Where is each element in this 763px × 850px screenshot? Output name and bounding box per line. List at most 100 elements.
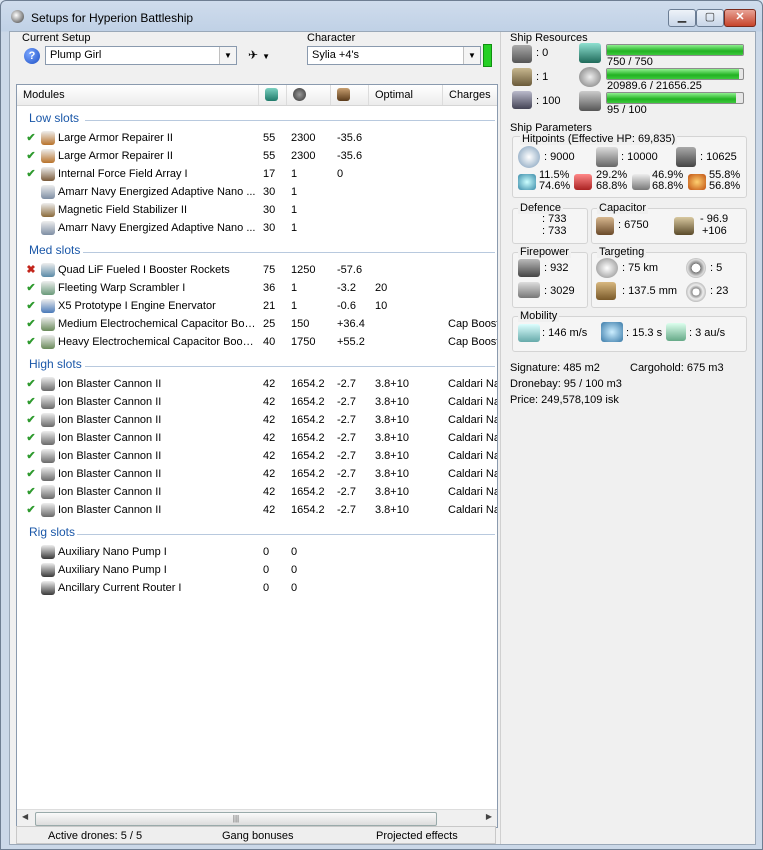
firepower-title: Firepower: [518, 246, 571, 258]
col-powergrid[interactable]: [287, 85, 331, 105]
setup-select[interactable]: Plump Girl ▼: [45, 46, 237, 65]
character-select[interactable]: Sylia +4's ▼: [307, 46, 481, 65]
module-row[interactable]: Ancillary Current Router I 0 0: [17, 579, 497, 597]
active-check-icon[interactable]: ✔: [25, 375, 37, 393]
module-row[interactable]: ✔ Large Armor Repairer II 55 2300 -35.6: [17, 147, 497, 165]
close-button[interactable]: ✕: [724, 9, 756, 27]
active-check-icon[interactable]: ✔: [25, 501, 37, 519]
active-check-icon[interactable]: ✔: [25, 447, 37, 465]
maximize-button[interactable]: ▢: [696, 9, 724, 27]
module-row[interactable]: ✔ Ion Blaster Cannon II 42 1654.2 -2.7 3.8+10…: [17, 483, 497, 501]
module-name: Amarr Navy Energized Adaptive Nano ...: [58, 186, 256, 198]
col-charges[interactable]: Charges: [443, 85, 497, 105]
active-check-icon[interactable]: ✔: [25, 165, 37, 183]
module-capacitor: -0.6: [337, 300, 356, 312]
module-capacitor: -2.7: [337, 504, 356, 516]
col-capacitor[interactable]: [331, 85, 369, 105]
active-check-icon[interactable]: ✔: [25, 147, 37, 165]
active-check-icon[interactable]: ✔: [25, 297, 37, 315]
group-title: High slots: [29, 357, 82, 371]
col-optimal[interactable]: Optimal: [369, 85, 443, 105]
scroll-left-icon[interactable]: ◀: [22, 812, 28, 821]
module-optimal: 3.8+10: [375, 468, 409, 480]
module-row[interactable]: Magnetic Field Stabilizer II 30 1: [17, 201, 497, 219]
module-capacitor: -3.2: [337, 282, 356, 294]
module-icon: [41, 299, 55, 313]
module-row[interactable]: ✖ Quad LiF Fueled I Booster Rockets 75 1250…: [17, 261, 497, 279]
gang-bonuses-label[interactable]: Gang bonuses: [222, 827, 294, 845]
module-optimal: 10: [375, 300, 388, 312]
module-row[interactable]: ✔ Internal Force Field Array I 17 1 0: [17, 165, 497, 183]
scroll-right-icon[interactable]: ▶: [486, 812, 492, 821]
minimize-button[interactable]: ▁: [668, 9, 696, 27]
splitter[interactable]: [500, 32, 501, 844]
em-resist-icon: [518, 174, 536, 190]
module-row[interactable]: ✔ Ion Blaster Cannon II 42 1654.2 -2.7 3.8+10…: [17, 465, 497, 483]
module-cpu: 30: [263, 222, 276, 234]
module-row[interactable]: ✔ Ion Blaster Cannon II 42 1654.2 -2.7 3.8+10…: [17, 501, 497, 519]
module-row[interactable]: ✔ X5 Prototype I Engine Enervator 21 1 -0.6 1…: [17, 297, 497, 315]
ship-menu-button[interactable]: ✈ ▼: [248, 48, 284, 66]
module-row[interactable]: ✔ Fleeting Warp Scrambler I 36 1 -3.2 20: [17, 279, 497, 297]
active-check-icon[interactable]: ✔: [25, 279, 37, 297]
module-capacitor: -57.6: [337, 264, 363, 276]
help-icon[interactable]: ?: [24, 48, 40, 64]
hitpoints-title: Hitpoints (Effective HP: 69,835): [520, 133, 678, 145]
active-check-icon[interactable]: ✔: [25, 429, 37, 447]
modules-list[interactable]: Modules Optimal Charges Low slots ✔ Large …: [16, 84, 498, 828]
module-row[interactable]: ✔ Medium Electrochemical Capacitor Boo...…: [17, 315, 497, 333]
active-check-icon[interactable]: ✔: [25, 465, 37, 483]
active-check-icon[interactable]: ✔: [25, 315, 37, 333]
module-row[interactable]: Auxiliary Nano Pump I 0 0: [17, 561, 497, 579]
mobility-title: Mobility: [518, 310, 560, 322]
module-name: Auxiliary Nano Pump I: [58, 564, 167, 576]
module-icon: [41, 131, 55, 145]
module-cpu: 42: [263, 414, 276, 426]
module-row[interactable]: ✔ Ion Blaster Cannon II 42 1654.2 -2.7 3.8+10…: [17, 429, 497, 447]
module-row[interactable]: ✔ Ion Blaster Cannon II 42 1654.2 -2.7 3.8+10…: [17, 393, 497, 411]
module-row[interactable]: ✔ Large Armor Repairer II 55 2300 -35.6: [17, 129, 497, 147]
module-row[interactable]: Auxiliary Nano Pump I 0 0: [17, 543, 497, 561]
module-charges: Caldari Navy: [448, 468, 497, 480]
powergrid-icon: [579, 67, 601, 87]
offline-x-icon[interactable]: ✖: [25, 261, 37, 279]
active-check-icon[interactable]: ✔: [25, 129, 37, 147]
col-cpu[interactable]: [259, 85, 287, 105]
capacitor-icon: [337, 88, 350, 101]
title-bar[interactable]: Setups for Hyperion Battleship ▁ ▢ ✕: [1, 1, 762, 31]
kinetic-resist-values: 46.9% 68.8%: [652, 170, 683, 192]
module-icon: [41, 377, 55, 391]
module-powergrid: 1: [291, 204, 298, 216]
module-row[interactable]: ✔ Ion Blaster Cannon II 42 1654.2 -2.7 3.8+10…: [17, 375, 497, 393]
horizontal-scrollbar[interactable]: ◀ ||| ▶: [17, 809, 497, 827]
module-powergrid: 0: [291, 564, 298, 576]
capacitor-icon: [596, 217, 614, 235]
active-check-icon[interactable]: ✔: [25, 393, 37, 411]
module-icon: [41, 203, 55, 217]
module-charges: Cap Booster: [448, 336, 497, 348]
module-row[interactable]: ✔ Ion Blaster Cannon II 42 1654.2 -2.7 3.8+10…: [17, 411, 497, 429]
active-drones-label[interactable]: Active drones: 5 / 5: [48, 827, 142, 845]
module-name: Ion Blaster Cannon II: [58, 450, 162, 462]
active-check-icon[interactable]: ✔: [25, 411, 37, 429]
warp-speed-value: : 3 au/s: [689, 327, 726, 339]
drone-bandwidth-value: 95 / 100: [607, 104, 647, 116]
character-status-indicator: [483, 44, 492, 67]
group-med-slots: Med slots: [29, 243, 495, 257]
projected-effects-label[interactable]: Projected effects: [376, 827, 458, 845]
active-check-icon[interactable]: ✔: [25, 333, 37, 351]
module-row[interactable]: Amarr Navy Energized Adaptive Nano ... 30…: [17, 183, 497, 201]
module-powergrid: 1: [291, 282, 298, 294]
module-powergrid: 1654.2: [291, 378, 325, 390]
module-capacitor: -2.7: [337, 450, 356, 462]
module-row[interactable]: ✔ Heavy Electrochemical Capacitor Boost..…: [17, 333, 497, 351]
module-name: Auxiliary Nano Pump I: [58, 546, 167, 558]
scroll-thumb[interactable]: |||: [35, 812, 437, 826]
capacitor-value: : 6750: [618, 219, 649, 231]
scan-resolution-icon: [596, 282, 616, 300]
module-row[interactable]: ✔ Ion Blaster Cannon II 42 1654.2 -2.7 3.8+10…: [17, 447, 497, 465]
col-modules[interactable]: Modules: [17, 85, 259, 105]
module-charges: Caldari Navy: [448, 396, 497, 408]
active-check-icon[interactable]: ✔: [25, 483, 37, 501]
module-row[interactable]: Amarr Navy Energized Adaptive Nano ... 30…: [17, 219, 497, 237]
